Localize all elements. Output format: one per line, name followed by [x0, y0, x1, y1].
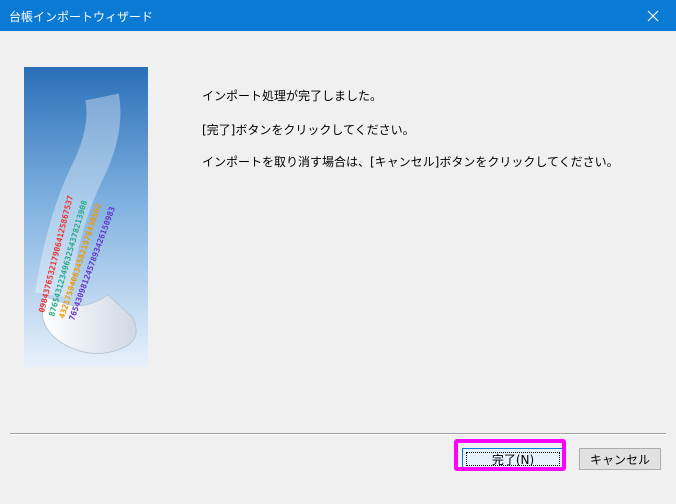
cancel-instruction: インポートを取り消す場合は、[キャンセル]ボタンをクリックしてください。 [202, 155, 619, 169]
click-finish-instruction: [完了]ボタンをクリックしてください。 [202, 123, 415, 137]
import-complete-message: インポート処理が完了しました。 [202, 89, 383, 103]
window-title: 台帳インポートウィザード [9, 10, 154, 24]
wizard-illustration: 0984376532179064125867537 87654312349632… [24, 67, 148, 367]
wizard-client-area: 0984376532179064125867537 87654312349632… [0, 31, 676, 504]
cancel-button[interactable]: キャンセル [579, 448, 661, 470]
focus-rectangle [466, 452, 560, 466]
close-icon [647, 10, 659, 21]
button-separator [10, 433, 666, 435]
close-button[interactable] [630, 0, 676, 31]
finish-button[interactable]: 完了(N) [462, 448, 564, 470]
title-bar: 台帳インポートウィザード [0, 0, 676, 31]
cancel-button-label: キャンセル [589, 452, 650, 467]
